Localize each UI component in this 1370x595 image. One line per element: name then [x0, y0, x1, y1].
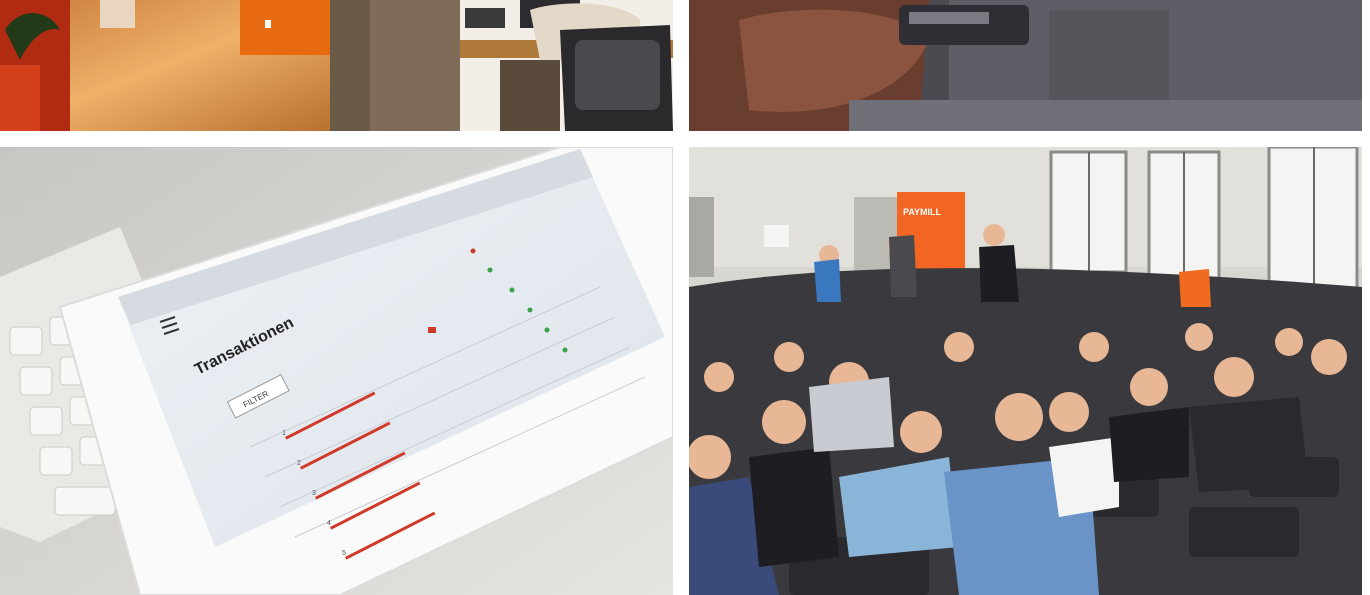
card-terminal-photo — [689, 0, 1362, 131]
ipad-row-number: 1 — [282, 430, 286, 437]
lecture-hall-audience-photo: PAYMILL — [689, 147, 1362, 595]
ipad-row-number: 5 — [342, 550, 346, 557]
paymill-banner-text: PAYMILL — [903, 207, 942, 217]
ipad-on-keyboard-photo: Transaktionen FILTER 1 2 3 4 5 — [0, 147, 673, 595]
office-photo — [0, 0, 673, 131]
ipad-row-number: 4 — [327, 520, 331, 527]
ipad-row-number: 3 — [312, 490, 316, 497]
ipad-row-number: 2 — [297, 460, 301, 467]
